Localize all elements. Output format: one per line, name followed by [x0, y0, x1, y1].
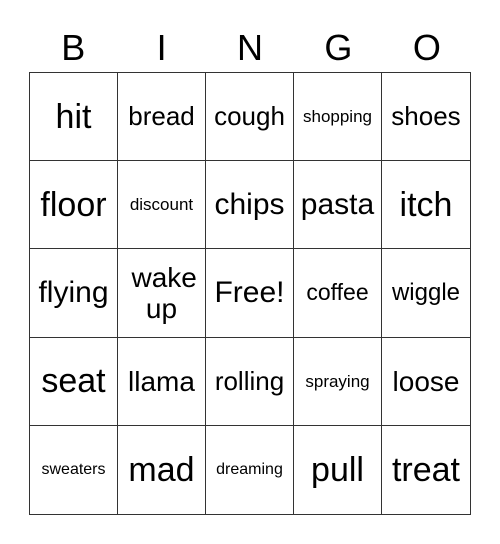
bingo-cell[interactable]: coffee: [294, 249, 382, 338]
header-letter-o: O: [412, 27, 441, 68]
bingo-cell-text: pull: [311, 450, 364, 489]
bingo-cell[interactable]: shoes: [382, 73, 470, 162]
bingo-cell-text: chips: [214, 187, 285, 221]
bingo-cell-text: itch: [399, 185, 453, 224]
bingo-grid: hit bread cough shopping shoes floor discount c…: [29, 72, 471, 515]
bingo-cell[interactable]: dreaming: [206, 425, 294, 514]
bingo-cell[interactable]: pasta: [294, 161, 382, 250]
bingo-cell[interactable]: rolling: [206, 337, 294, 426]
bingo-cell[interactable]: pull: [294, 425, 382, 514]
bingo-cell-text: pasta: [300, 187, 375, 221]
bingo-cell-text: llama: [128, 365, 195, 397]
bingo-cell-text: shopping: [302, 107, 372, 127]
bingo-cell-text: wiggle: [391, 278, 461, 306]
header-letter-n: N: [237, 27, 264, 68]
bingo-cell-text: shoes: [391, 101, 461, 132]
bingo-cell[interactable]: chips: [206, 161, 294, 250]
bingo-cell[interactable]: floor: [30, 161, 118, 250]
header-letter-g: G: [324, 27, 353, 68]
bingo-header: B I N G O: [29, 26, 471, 70]
bingo-cell[interactable]: cough: [206, 73, 294, 162]
bingo-cell[interactable]: spraying: [294, 337, 382, 426]
bingo-cell[interactable]: itch: [382, 161, 470, 250]
bingo-cell-text: spraying: [305, 371, 370, 391]
bingo-cell-text: hit: [55, 97, 92, 136]
bingo-cell[interactable]: wake up: [118, 249, 206, 338]
bingo-cell-text: Free!: [214, 276, 285, 310]
bingo-cell[interactable]: llama: [118, 337, 206, 426]
bingo-cell[interactable]: sweaters: [30, 425, 118, 514]
bingo-cell-text: coffee: [306, 279, 369, 306]
bingo-cell[interactable]: seat: [30, 337, 118, 426]
bingo-cell[interactable]: Free!: [206, 249, 294, 338]
bingo-cell[interactable]: shopping: [294, 73, 382, 162]
bingo-cell[interactable]: flying: [30, 249, 118, 338]
bingo-cell-text: cough: [214, 101, 285, 132]
bingo-cell[interactable]: bread: [118, 73, 206, 162]
header-letter-b: B: [61, 27, 86, 68]
bingo-cell-text: loose: [392, 365, 460, 397]
bingo-cell-text: sweaters: [41, 460, 106, 478]
bingo-cell-text: wake up: [131, 261, 197, 324]
bingo-cell-text: treat: [391, 450, 461, 489]
bingo-cell-text: flying: [38, 276, 109, 310]
bingo-cell-text: mad: [128, 450, 195, 489]
bingo-cell[interactable]: wiggle: [382, 249, 470, 338]
bingo-cell-text: rolling: [214, 365, 285, 396]
bingo-cell-text: seat: [41, 362, 106, 401]
bingo-cell-text: bread: [128, 101, 195, 132]
bingo-cell-text: dreaming: [216, 460, 283, 478]
bingo-cell[interactable]: mad: [118, 425, 206, 514]
bingo-cell-text: floor: [40, 185, 107, 224]
bingo-cell[interactable]: hit: [30, 73, 118, 162]
header-letter-i: I: [156, 27, 167, 68]
bingo-cell[interactable]: loose: [382, 338, 470, 426]
bingo-cell[interactable]: treat: [382, 426, 470, 514]
bingo-cell-text: discount: [129, 195, 194, 215]
bingo-cell[interactable]: discount: [118, 161, 206, 250]
